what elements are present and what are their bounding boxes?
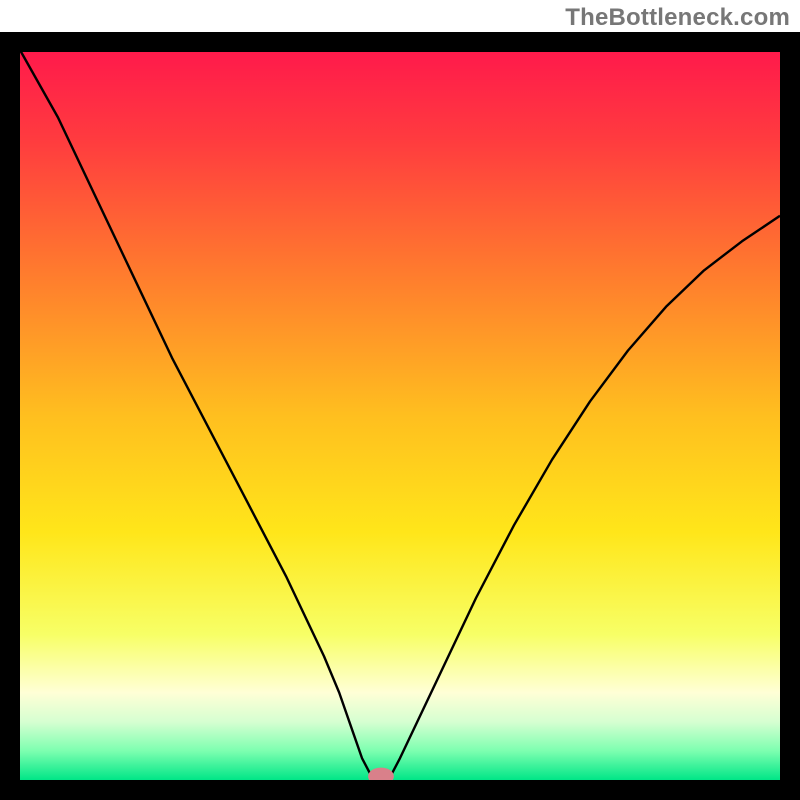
watermark-text: TheBottleneck.com (565, 4, 790, 32)
plot-background (20, 52, 780, 780)
chart-svg (0, 0, 800, 800)
bottleneck-chart: TheBottleneck.com (0, 0, 800, 800)
plot-area (20, 50, 780, 785)
